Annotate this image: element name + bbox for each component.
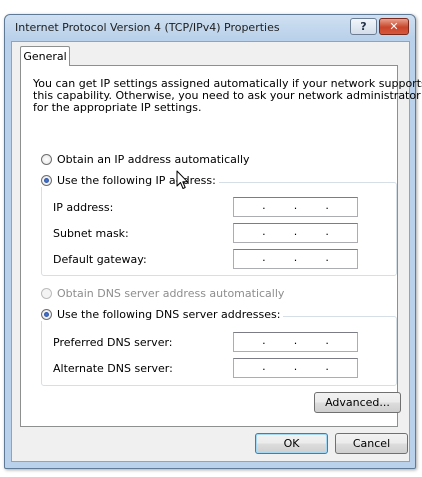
ip-dot: .	[293, 225, 298, 238]
ip-dot: .	[325, 360, 329, 373]
ip-dot: .	[325, 334, 329, 347]
advanced-button[interactable]: Advanced...	[314, 392, 401, 413]
ip-address-label: IP address:	[53, 201, 114, 214]
help-icon: ?	[360, 20, 367, 33]
ip-dot: .	[262, 334, 266, 347]
ip-dot: .	[293, 334, 298, 347]
ip-auto-option[interactable]: Obtain an IP address automatically	[41, 153, 253, 166]
ip-dot: .	[262, 251, 266, 264]
ip-dot: .	[325, 225, 329, 238]
ip-dot: .	[325, 199, 329, 212]
default-gateway-label: Default gateway:	[53, 253, 147, 266]
alternate-dns-input[interactable]: . . .	[233, 358, 358, 378]
close-icon: ✕	[389, 20, 399, 33]
general-tab-panel: You can get IP settings assigned automat…	[20, 65, 422, 427]
ip-dot: .	[325, 251, 329, 264]
ip-auto-radio[interactable]	[41, 154, 52, 165]
ok-button[interactable]: OK	[255, 433, 328, 454]
ip-dot: .	[293, 199, 298, 212]
properties-dialog: Internet Protocol Version 4 (TCP/IPv4) P…	[4, 14, 422, 469]
dns-manual-label: Use the following DNS server addresses:	[57, 308, 281, 321]
dialog-body: General You can get IP settings assigned…	[11, 41, 422, 462]
ip-manual-label: Use the following IP address:	[57, 174, 216, 187]
ip-dot: .	[293, 251, 298, 264]
alternate-dns-label: Alternate DNS server:	[53, 362, 173, 375]
intro-text: You can get IP settings assigned automat…	[33, 78, 422, 114]
ip-address-input[interactable]: . . .	[233, 197, 358, 217]
help-button[interactable]: ?	[350, 18, 377, 35]
ip-dot: .	[262, 360, 266, 373]
ip-dot: .	[262, 225, 266, 238]
dns-auto-option: Obtain DNS server address automatically	[41, 287, 288, 300]
dns-auto-radio	[41, 288, 52, 299]
ip-dot: .	[262, 199, 266, 212]
preferred-dns-input[interactable]: . . .	[233, 332, 358, 352]
default-gateway-input[interactable]: . . .	[233, 249, 358, 269]
ip-dot: .	[293, 360, 298, 373]
title-bar[interactable]: Internet Protocol Version 4 (TCP/IPv4) P…	[5, 15, 415, 41]
dns-manual-option[interactable]: Use the following DNS server addresses:	[41, 308, 284, 321]
preferred-dns-label: Preferred DNS server:	[53, 336, 173, 349]
subnet-mask-label: Subnet mask:	[53, 227, 129, 240]
dns-auto-label: Obtain DNS server address automatically	[57, 287, 285, 300]
mouse-pointer-icon	[176, 170, 188, 189]
window-title: Internet Protocol Version 4 (TCP/IPv4) P…	[15, 21, 280, 34]
close-button[interactable]: ✕	[379, 18, 409, 35]
ip-manual-radio[interactable]	[41, 175, 52, 186]
ip-auto-label: Obtain an IP address automatically	[57, 153, 250, 166]
tab-general[interactable]: General	[20, 46, 70, 66]
cancel-button[interactable]: Cancel	[335, 433, 408, 454]
ip-manual-option[interactable]: Use the following IP address:	[41, 174, 219, 187]
dns-manual-radio[interactable]	[41, 309, 52, 320]
intro-line: for the appropriate IP settings.	[33, 101, 202, 114]
subnet-mask-input[interactable]: . . .	[233, 223, 358, 243]
